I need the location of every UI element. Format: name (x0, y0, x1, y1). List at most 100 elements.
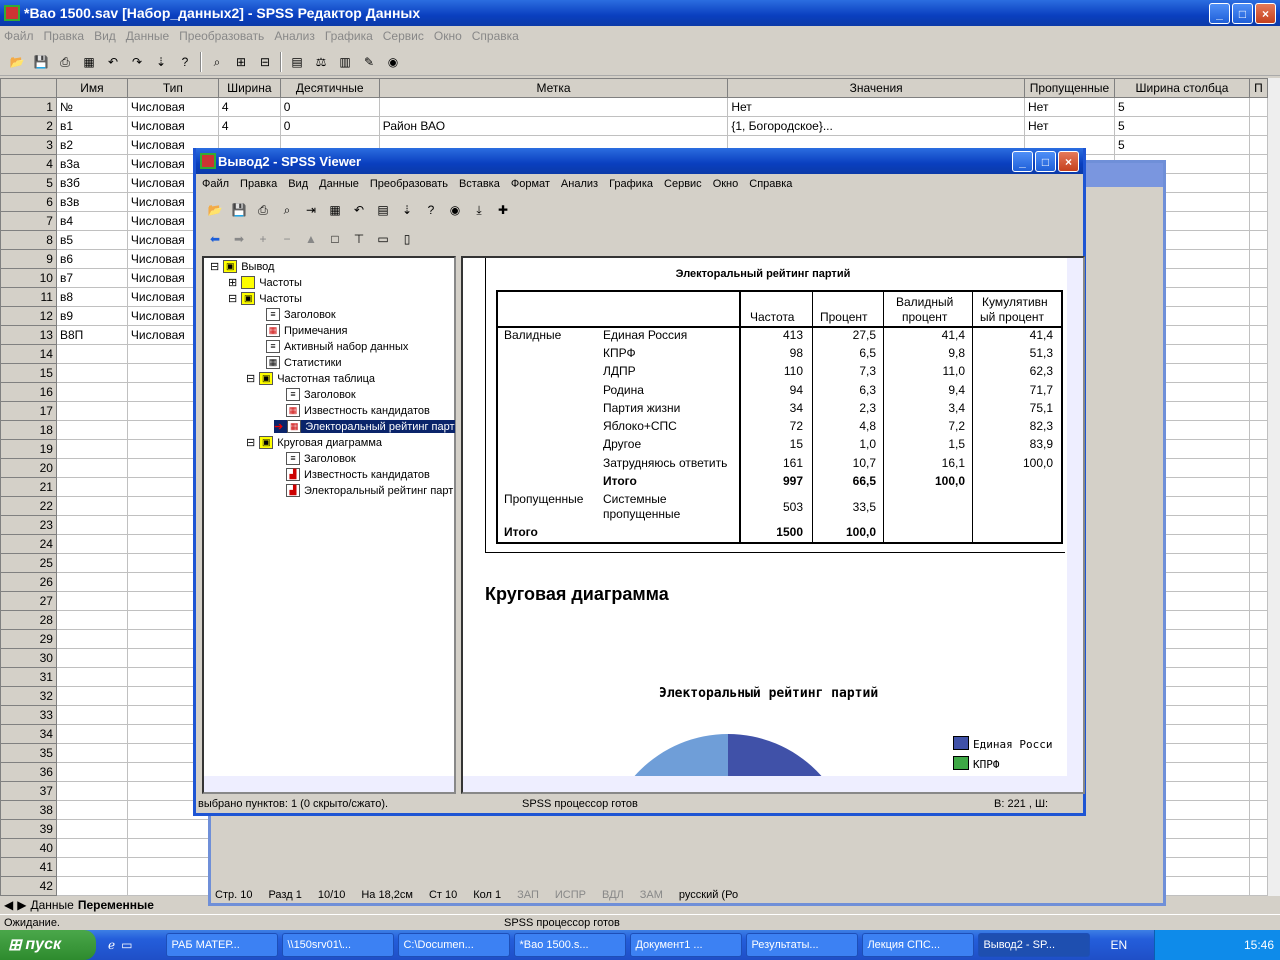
v-recall-icon[interactable]: ▦ (326, 202, 344, 218)
cell-type[interactable] (126, 857, 219, 877)
cell-name[interactable] (55, 743, 128, 763)
vmenu-edit[interactable]: Правка (240, 178, 277, 190)
cell-type[interactable] (126, 819, 219, 839)
row-number[interactable]: 27 (0, 591, 57, 611)
cell-values[interactable]: Нет (727, 97, 1026, 117)
task-item-4[interactable]: *Вао 1500.s... (514, 933, 627, 957)
row-number[interactable]: 25 (0, 553, 57, 573)
col-header-values[interactable]: Значения (727, 78, 1026, 98)
cell-more[interactable] (1248, 420, 1268, 440)
cell-more[interactable] (1248, 857, 1268, 877)
cell-more[interactable] (1248, 724, 1268, 744)
row-number[interactable]: 42 (0, 876, 57, 896)
minimize-button[interactable]: _ (1209, 3, 1230, 24)
cell-more[interactable] (1248, 534, 1268, 554)
row-number[interactable]: 1 (0, 97, 57, 117)
ie-icon[interactable]: ℯ (108, 938, 115, 952)
cell-name[interactable] (55, 477, 128, 497)
row-number[interactable]: 11 (0, 287, 57, 307)
v-select-last-icon[interactable]: ⤓ (470, 202, 488, 218)
tree-node-title2[interactable]: ≡ Заголовок (286, 388, 356, 401)
col-header-label[interactable]: Метка (378, 78, 729, 98)
cell-more[interactable] (1248, 116, 1268, 136)
col-header-more[interactable]: П (1248, 78, 1268, 98)
cell-more[interactable] (1248, 876, 1268, 896)
tree-node-output[interactable]: ⊟ ▣ Вывод (210, 260, 274, 273)
tree-node-rating-selected[interactable]: ➔ ▦ Электоральный рейтинг парт (274, 420, 455, 433)
vmenu-insert[interactable]: Вставка (459, 178, 500, 190)
insert-title-icon[interactable]: ▭ (374, 231, 392, 247)
v-use-sets-icon[interactable]: ◉ (446, 202, 464, 218)
row-number[interactable]: 35 (0, 743, 57, 763)
cell-more[interactable] (1248, 173, 1268, 193)
cell-width[interactable]: 4 (217, 97, 281, 117)
start-button[interactable]: ⊞ пуск (0, 930, 96, 960)
col-header-name[interactable]: Имя (55, 78, 128, 98)
menu-view[interactable]: Вид (94, 29, 116, 43)
row-number[interactable]: 24 (0, 534, 57, 554)
cell-more[interactable] (1248, 610, 1268, 630)
row-number[interactable]: 16 (0, 382, 57, 402)
row-number[interactable]: 39 (0, 819, 57, 839)
vmenu-utilities[interactable]: Сервис (664, 178, 702, 190)
print-icon[interactable]: ⎙ (56, 54, 74, 70)
row-number[interactable]: 6 (0, 192, 57, 212)
cell-name[interactable] (55, 363, 128, 383)
tree-node-rating-chart[interactable]: ▟ Электоральный рейтинг парт (286, 484, 453, 497)
cell-more[interactable] (1248, 762, 1268, 782)
vmenu-format[interactable]: Формат (511, 178, 550, 190)
cell-name[interactable] (55, 629, 128, 649)
viewer-close-button[interactable]: × (1058, 151, 1079, 172)
tree-node-awareness[interactable]: ▦ Известность кандидатов (286, 404, 430, 417)
row-number[interactable]: 28 (0, 610, 57, 630)
split-file-icon[interactable]: ▤ (288, 54, 306, 70)
menu-file[interactable]: Файл (4, 29, 34, 43)
row-number[interactable]: 32 (0, 686, 57, 706)
row-number[interactable]: 12 (0, 306, 57, 326)
cell-more[interactable] (1248, 401, 1268, 421)
tree-node-notes[interactable]: ▦ Примечания (266, 324, 348, 337)
v-undo-icon[interactable]: ↶ (350, 202, 368, 218)
desktop-icon[interactable]: ▭ (121, 938, 132, 952)
cell-name[interactable]: в4 (55, 211, 128, 231)
cell-more[interactable] (1248, 819, 1268, 839)
cell-more[interactable] (1248, 838, 1268, 858)
promote-icon[interactable]: ⬅ (206, 231, 224, 247)
cell-more[interactable] (1248, 325, 1268, 345)
cell-name[interactable] (55, 496, 128, 516)
tree-h-scrollbar[interactable] (204, 776, 454, 792)
cell-name[interactable]: В8П (55, 325, 128, 345)
show-icon[interactable]: ▲ (302, 231, 320, 247)
table-row[interactable]: 1 № Числовая 4 0 Нет Нет 5 (0, 97, 1268, 117)
cell-more[interactable] (1248, 477, 1268, 497)
vmenu-window[interactable]: Окно (713, 178, 739, 190)
cell-colwidth[interactable]: 5 (1114, 116, 1250, 136)
col-header-type[interactable]: Тип (126, 78, 219, 98)
vmenu-data[interactable]: Данные (319, 178, 359, 190)
cell-more[interactable] (1248, 648, 1268, 668)
cell-colwidth[interactable]: 5 (1114, 135, 1250, 155)
cell-name[interactable]: в7 (55, 268, 128, 288)
cell-more[interactable] (1248, 572, 1268, 592)
cell-name[interactable] (55, 762, 128, 782)
hide-icon[interactable]: □ (326, 231, 344, 247)
menu-analyze[interactable]: Анализ (274, 29, 315, 43)
word-trk[interactable]: ИСПР (555, 889, 586, 905)
close-button[interactable]: × (1255, 3, 1276, 24)
cell-name[interactable] (55, 515, 128, 535)
insert-heading-icon[interactable]: ⊤ (350, 231, 368, 247)
row-number[interactable]: 26 (0, 572, 57, 592)
viewer-minimize-button[interactable]: _ (1012, 151, 1033, 172)
v-save-icon[interactable]: 💾 (230, 202, 248, 218)
task-item-3[interactable]: C:\Documen... (398, 933, 511, 957)
v-goto-data-icon[interactable]: ▤ (374, 202, 392, 218)
cell-more[interactable] (1248, 686, 1268, 706)
row-number[interactable]: 15 (0, 363, 57, 383)
tree-node-freq1[interactable]: ⊞ Частоты (228, 276, 302, 289)
cell-name[interactable] (55, 344, 128, 364)
menu-edit[interactable]: Правка (44, 29, 85, 43)
task-item-2[interactable]: \\150srv01\... (282, 933, 395, 957)
cell-label[interactable] (378, 97, 729, 117)
weight-cases-icon[interactable]: ⚖ (312, 54, 330, 70)
word-ext[interactable]: ВДЛ (602, 889, 624, 905)
